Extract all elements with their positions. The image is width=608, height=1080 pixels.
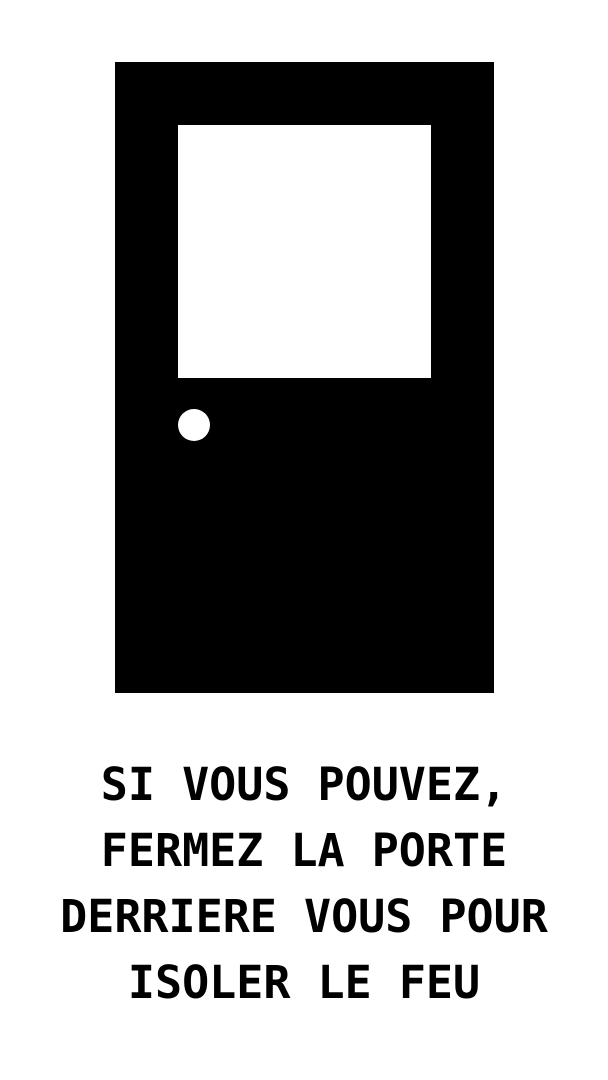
message-line-2: FERMEZ LA PORTE: [100, 824, 508, 877]
door-icon: [115, 62, 494, 693]
message-line-4: ISOLER LE FEU: [127, 956, 481, 1009]
fire-safety-message: SI VOUS POUVEZ, FERMEZ LA PORTE DERRIERE…: [0, 752, 608, 1016]
message-line-3: DERRIERE VOUS POUR: [60, 890, 548, 943]
door-knob: [178, 409, 210, 441]
message-line-1: SI VOUS POUVEZ,: [100, 758, 508, 811]
door-window: [178, 125, 431, 378]
